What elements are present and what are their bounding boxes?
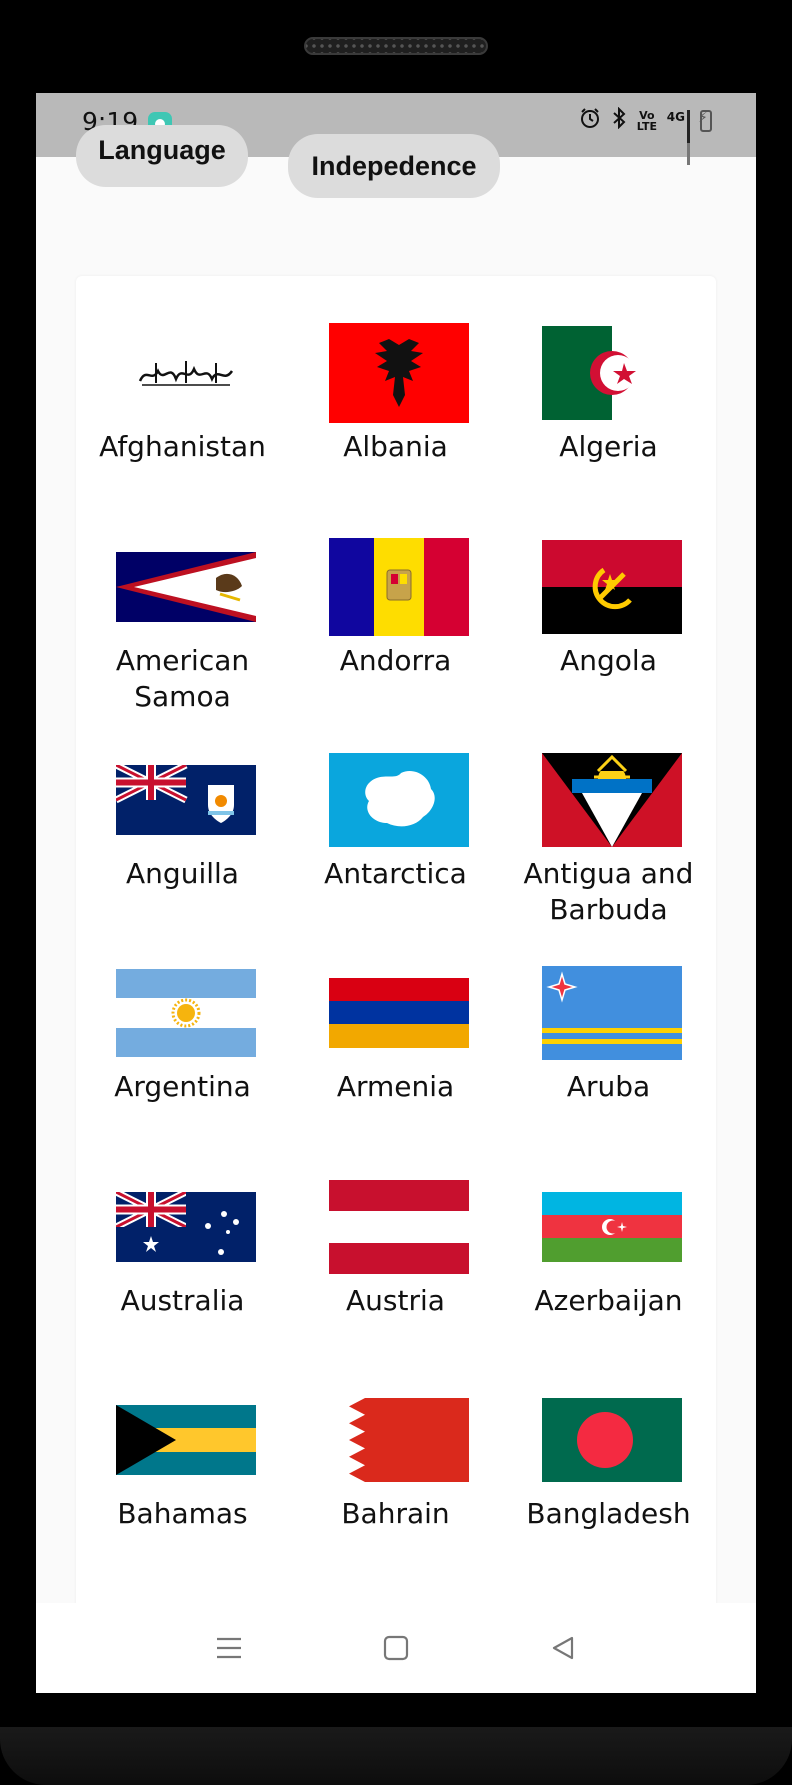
australia-flag-icon <box>116 1177 256 1277</box>
angola-flag-icon <box>542 537 682 637</box>
network-type-label: 4G <box>666 109 685 124</box>
country-name: Armenia <box>336 1070 455 1103</box>
bluetooth-icon <box>611 106 627 134</box>
bahamas-flag-icon <box>116 1390 256 1490</box>
aruba-flag-icon <box>542 963 682 1063</box>
back-icon[interactable] <box>546 1633 580 1663</box>
alarm-icon <box>579 107 601 134</box>
phone-bottom-bezel <box>0 1727 792 1785</box>
4g-signal-icon: 4G <box>666 109 690 165</box>
country-name: Argentina <box>114 1070 251 1103</box>
independence-chip[interactable]: Indepedence <box>288 134 500 198</box>
navigation-bar <box>36 1603 756 1693</box>
country-name: Aruba <box>566 1070 651 1103</box>
bangladesh-flag-icon <box>542 1390 682 1490</box>
bahrain-flag-icon <box>329 1390 469 1490</box>
country-name: Australia <box>120 1284 245 1317</box>
albania-flag-icon <box>329 323 469 423</box>
country-name: Afghanistan <box>99 430 266 463</box>
country-name: Bahamas <box>117 1497 248 1530</box>
country-name: Bangladesh <box>526 1497 691 1530</box>
anguilla-flag-icon <box>116 750 256 850</box>
country-name: American Samoa <box>115 644 250 713</box>
screen: 9:19 Vo LTE 4G Language Ind <box>36 93 756 1693</box>
antigua-and-barbuda-flag-icon <box>542 750 682 850</box>
country-name: Antigua and Barbuda <box>523 857 694 926</box>
country-name: Algeria <box>559 430 658 463</box>
status-icons: Vo LTE 4G <box>579 106 712 165</box>
speaker-grille <box>304 37 488 55</box>
antarctica-flag-icon <box>329 750 469 850</box>
battery-charging-icon <box>698 109 712 132</box>
country-name: Antarctica <box>324 857 467 890</box>
signal-bars <box>687 109 690 165</box>
azerbaijan-flag-icon <box>542 1177 682 1277</box>
country-name: Bahrain <box>341 1497 450 1530</box>
country-name: Azerbaijan <box>534 1284 683 1317</box>
argentina-flag-icon <box>116 963 256 1063</box>
country-name: Anguilla <box>126 857 239 890</box>
country-name: Angola <box>560 644 657 677</box>
volte-icon: Vo LTE <box>636 108 658 133</box>
language-chip[interactable]: Language <box>76 125 248 187</box>
country-name: Albania <box>343 430 448 463</box>
country-name: Andorra <box>339 644 452 677</box>
algeria-flag-icon <box>542 323 682 423</box>
american-samoa-flag-icon <box>116 537 256 637</box>
phone-frame: 9:19 Vo LTE 4G Language Ind <box>0 0 792 1785</box>
armenia-flag-icon <box>329 963 469 1063</box>
andorra-flag-icon <box>329 537 469 637</box>
countries-grid-card: Afghanistan Albania Algeria American Sam… <box>76 276 716 1693</box>
menu-icon[interactable] <box>212 1633 246 1663</box>
country-name: Austria <box>346 1284 445 1317</box>
home-icon[interactable] <box>379 1633 413 1663</box>
afghanistan-flag-icon <box>116 323 256 423</box>
austria-flag-icon <box>329 1177 469 1277</box>
